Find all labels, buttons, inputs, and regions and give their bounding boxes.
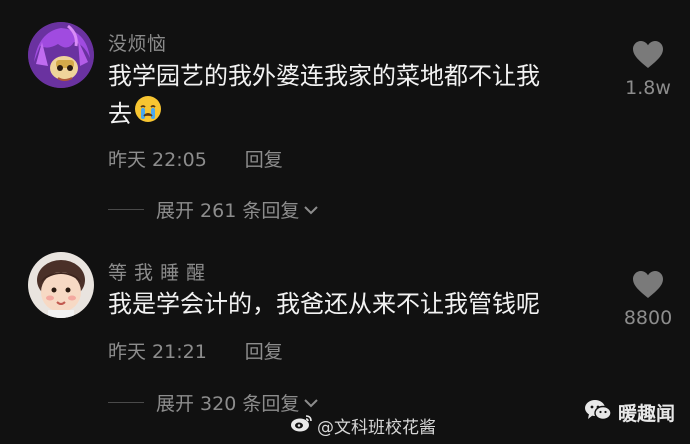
heart-icon: [633, 271, 663, 298]
wechat-icon: [584, 398, 612, 427]
timestamp: 昨天 21:21: [108, 341, 207, 363]
comment-text-line-2: 去: [108, 95, 540, 134]
like-button[interactable]: 8800: [618, 270, 678, 329]
brand-text: 暖趣闻: [618, 403, 676, 425]
comment-thread: 没烦恼 我学园艺的我外婆连我家的菜地都不让我 去 昨天 22:05 回复 1.8…: [0, 0, 690, 444]
timestamp: 昨天 22:05: [108, 149, 207, 171]
weibo-watermark: @文科班校花酱: [289, 413, 436, 438]
reply-button[interactable]: 回复: [245, 341, 283, 363]
reply-button[interactable]: 回复: [245, 149, 283, 171]
username[interactable]: 没烦恼: [108, 29, 167, 56]
comment-text-line: 去: [108, 100, 132, 128]
expand-replies[interactable]: 展开 320 条回复: [108, 389, 319, 416]
expand-replies[interactable]: 展开 261 条回复: [108, 196, 319, 223]
comment-meta: 昨天 21:21 回复: [108, 337, 283, 364]
comment-meta: 昨天 22:05 回复: [108, 145, 283, 172]
purple-hair-avatar-icon: [28, 22, 94, 88]
comment-text: 我学园艺的我外婆连我家的菜地都不让我 去: [108, 58, 540, 134]
expand-replies-label: 展开 320 条回复: [156, 393, 300, 415]
child-avatar-icon: [28, 252, 94, 318]
like-count: 8800: [623, 307, 673, 329]
watermark-text: @文科班校花酱: [317, 418, 436, 438]
heart-icon: [633, 41, 663, 68]
expand-replies-label: 展开 261 条回复: [156, 200, 300, 222]
like-count: 1.8w: [625, 77, 671, 99]
avatar[interactable]: [28, 22, 94, 88]
brand-watermark: 暖趣闻: [584, 398, 675, 427]
comment-text: 我是学会计的，我爸还从来不让我管钱呢: [108, 286, 540, 323]
like-button[interactable]: 1.8w: [618, 40, 678, 99]
username[interactable]: 等 我 睡 醒: [108, 258, 206, 285]
comment-text-line: 我学园艺的我外婆连我家的菜地都不让我: [108, 62, 540, 90]
divider: [108, 402, 144, 403]
weibo-icon: [289, 413, 313, 438]
crying-emoji-icon: [134, 95, 162, 134]
divider: [108, 209, 144, 210]
chevron-down-icon: [303, 392, 319, 414]
comment-text-line: 我是学会计的，我爸还从来不让我管钱呢: [108, 290, 540, 318]
avatar[interactable]: [28, 252, 94, 318]
chevron-down-icon: [303, 199, 319, 221]
